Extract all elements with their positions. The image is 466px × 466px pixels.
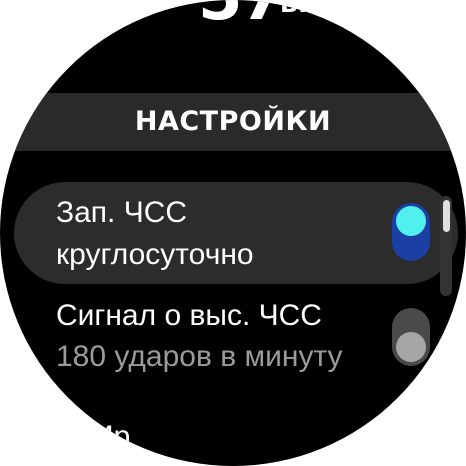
page-title: НАСТРОЙКИ [134,106,332,137]
toggle-knob [396,332,426,362]
setting-24h-hr-label-line1: Зап. ЧСС [56,196,188,229]
setting-high-hr-alert-label[interactable]: Сигнал о выс. ЧСС [56,297,322,335]
toggle-knob [396,206,426,236]
toggle-24h-hr[interactable] [392,203,430,261]
toggle-high-hr-alert[interactable] [392,308,430,366]
heart-rate-value: 57 [198,0,285,30]
heart-rate-unit: BPM [280,0,340,18]
heart-icon [149,0,187,8]
scrollbar-thumb[interactable] [443,200,450,232]
watch-screen: 57 BPM НАСТРОЙКИ Зап. ЧСС круглосуточно … [0,0,466,466]
setting-row-partial[interactable]: Ир [92,418,130,456]
setting-high-hr-alert-sublabel: 180 ударов в минуту [56,340,343,373]
setting-24h-hr-label-line2: круглосуточно [56,238,254,271]
